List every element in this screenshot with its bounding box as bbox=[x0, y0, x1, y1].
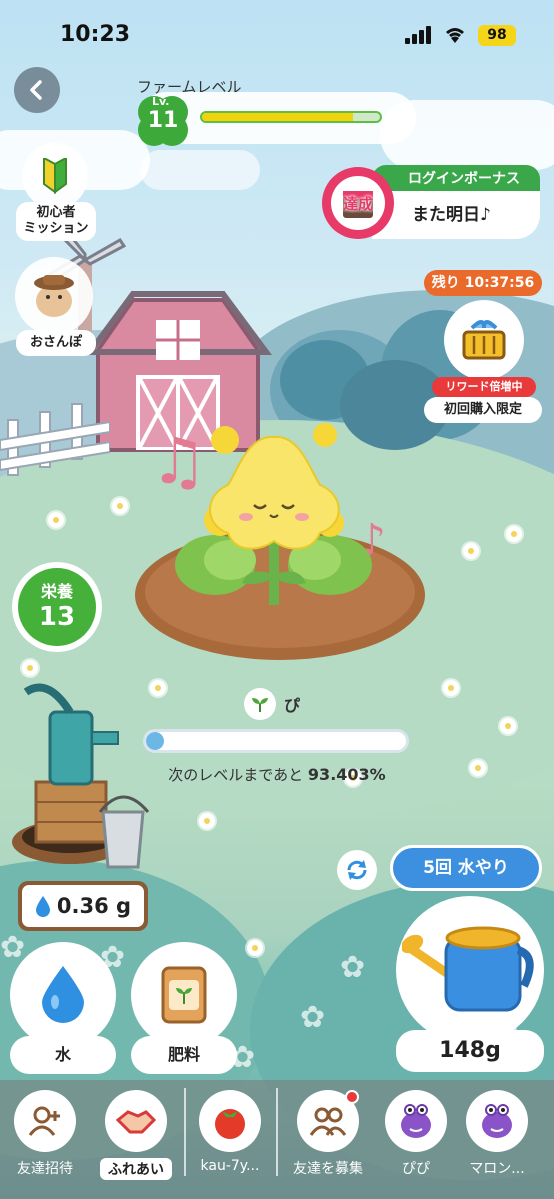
farm-level-value: 11 bbox=[147, 108, 179, 133]
growth-progress-bar bbox=[143, 729, 409, 753]
beginner-leaf-icon bbox=[43, 158, 67, 194]
nav-label: ふれあい bbox=[100, 1158, 172, 1180]
nav-label: 友達招待 bbox=[17, 1161, 73, 1177]
gift-basket-icon bbox=[462, 320, 506, 360]
first-purchase-label: 初回購入限定 bbox=[424, 397, 542, 423]
watering-can-amount: 148g bbox=[396, 1030, 544, 1072]
tomato-icon bbox=[215, 1109, 245, 1139]
nav-friend-maron[interactable]: マロン... bbox=[457, 1090, 537, 1178]
nav-label: マロン... bbox=[469, 1161, 525, 1177]
beginner-mission-label: 初心者 ミッション bbox=[16, 202, 96, 241]
water-drop-icon bbox=[42, 966, 84, 1023]
nav-friend-pipi[interactable]: ぴぴ bbox=[376, 1090, 456, 1178]
next-level-label: 次のレベルまであと bbox=[168, 766, 304, 784]
watering-can-icon bbox=[402, 926, 534, 1012]
wifi-icon bbox=[446, 28, 464, 43]
nav-interaction[interactable]: ふれあい bbox=[96, 1090, 176, 1184]
refresh-icon bbox=[347, 860, 367, 880]
purple-monster-icon bbox=[482, 1104, 512, 1138]
reward-timer: 残り 10:37:56 bbox=[424, 270, 542, 296]
hamster-character-icon bbox=[34, 275, 74, 317]
next-level-percent: 93.403% bbox=[307, 765, 386, 784]
login-bonus-title: ログインボーナス bbox=[372, 165, 540, 193]
back-button[interactable] bbox=[14, 67, 60, 113]
nutrition-badge: 栄養 13 bbox=[12, 562, 102, 652]
water-button[interactable] bbox=[10, 942, 116, 1048]
plant-name-row: ぴ bbox=[244, 688, 300, 720]
next-level-text: 次のレベルまであと 93.403% bbox=[0, 764, 554, 785]
plant-character[interactable] bbox=[170, 415, 380, 615]
reward-boost-tag: リワード倍増中 bbox=[432, 377, 536, 397]
handshake-icon bbox=[116, 1110, 156, 1134]
water-amount-display: 0.36 g bbox=[18, 881, 148, 931]
nav-invite-friends[interactable]: 友達招待 bbox=[5, 1090, 85, 1178]
water-5-times-button[interactable]: 5回 水やり bbox=[390, 845, 542, 891]
plant-name: ぴ bbox=[284, 696, 301, 715]
water-label: 水 bbox=[10, 1036, 116, 1074]
login-bonus-badge: 達成 bbox=[322, 167, 394, 239]
nav-friend-farm[interactable]: kau-7y... bbox=[190, 1090, 270, 1174]
water-drop-icon bbox=[35, 896, 50, 917]
fertilizer-bag-icon bbox=[161, 966, 207, 1024]
walk-button[interactable] bbox=[15, 257, 93, 335]
sprout-icon bbox=[244, 688, 276, 720]
add-friend-icon bbox=[28, 1106, 60, 1136]
farm-level-progress bbox=[200, 111, 382, 123]
fertilizer-button[interactable] bbox=[131, 942, 237, 1048]
nutrition-value: 13 bbox=[38, 602, 76, 632]
watering-can-button[interactable] bbox=[396, 896, 544, 1044]
battery-indicator: 98 bbox=[478, 25, 516, 46]
bottom-nav: 友達招待 ふれあい kau-7y... 友達を募集 ぴぴ マロン... bbox=[0, 1080, 554, 1199]
recruit-friends-icon bbox=[309, 1107, 347, 1136]
level-prefix: Lv. bbox=[152, 95, 170, 108]
status-bar: 10:23 98 bbox=[0, 0, 554, 60]
achieved-stamp: 達成 bbox=[342, 194, 373, 213]
chevron-left-icon bbox=[30, 80, 42, 100]
notification-dot bbox=[345, 1090, 359, 1104]
login-bonus-message: また明日♪ bbox=[372, 191, 540, 239]
nav-recruit-friends[interactable]: 友達を募集 bbox=[288, 1090, 368, 1178]
nav-label: 友達を募集 bbox=[293, 1161, 363, 1177]
login-bonus-panel[interactable]: ログインボーナス また明日♪ 達成 bbox=[322, 165, 542, 241]
nutrition-label: 栄養 bbox=[40, 582, 73, 601]
walk-label: おさんぽ bbox=[16, 330, 96, 356]
beginner-mission-button[interactable] bbox=[22, 143, 88, 209]
nav-label: kau-7y... bbox=[200, 1158, 260, 1174]
water-amount-value: 0.36 g bbox=[56, 894, 132, 918]
refresh-button[interactable] bbox=[337, 850, 377, 890]
status-time: 10:23 bbox=[60, 22, 131, 47]
fertilizer-label: 肥料 bbox=[131, 1036, 237, 1074]
cellular-signal-icon bbox=[405, 26, 433, 44]
reward-button[interactable] bbox=[444, 300, 524, 380]
nav-label: ぴぴ bbox=[402, 1161, 430, 1177]
purple-monster-icon bbox=[401, 1104, 431, 1138]
